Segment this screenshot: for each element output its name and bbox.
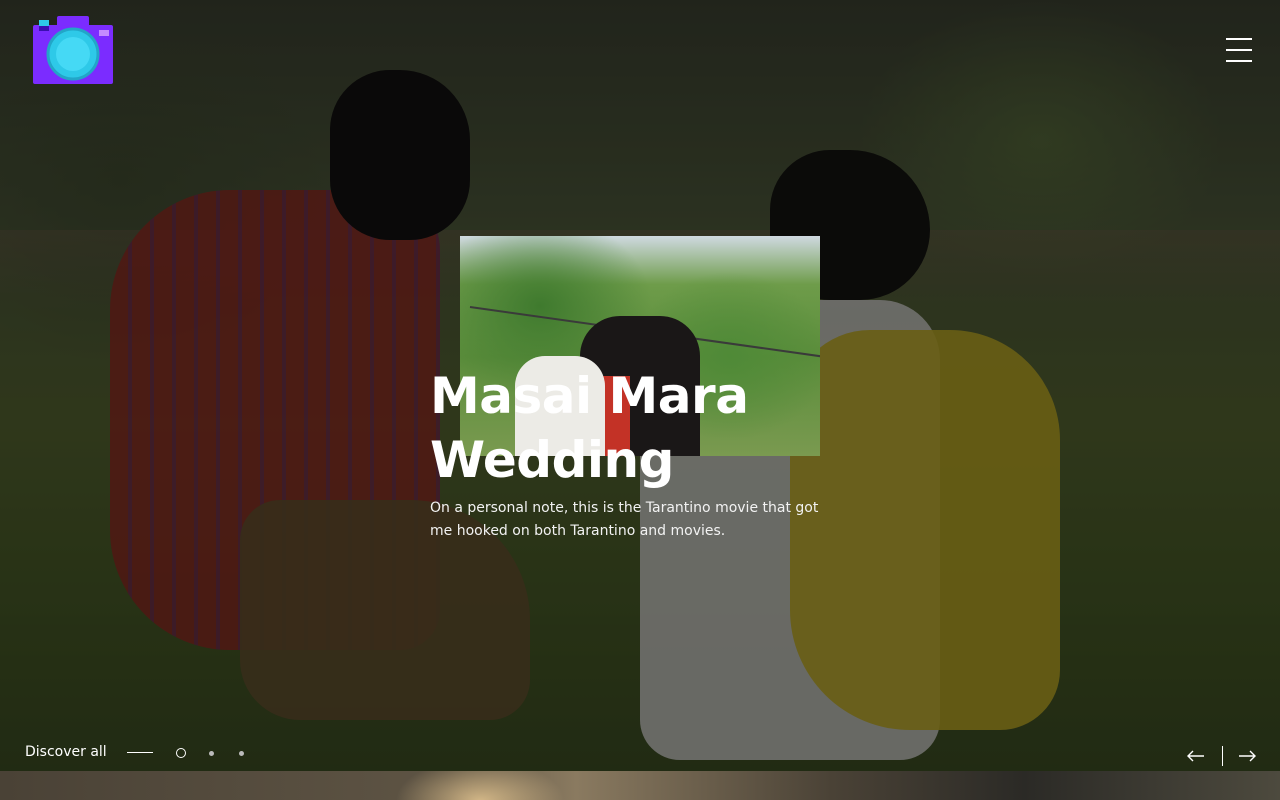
- next-slide-button[interactable]: [1237, 746, 1257, 766]
- arrow-left-icon: [1187, 750, 1204, 762]
- pagination-dot-3[interactable]: [239, 750, 244, 756]
- discover-line-decoration: [126, 751, 153, 753]
- slide-title: Masai Mara Wedding: [430, 364, 850, 492]
- next-section-preview: [0, 771, 1280, 800]
- pagination-dot-2[interactable]: [209, 750, 214, 756]
- slide-title-line-2: Wedding: [430, 431, 674, 489]
- camera-logo-icon: [33, 16, 113, 84]
- prev-slide-button[interactable]: [1186, 746, 1206, 766]
- pagination-dot-1[interactable]: [176, 748, 186, 758]
- slider-arrows: [1186, 745, 1257, 767]
- slide-description: On a personal note, this is the Tarantin…: [430, 500, 819, 539]
- discover-all-label: Discover all: [25, 744, 107, 760]
- site-logo[interactable]: [33, 16, 113, 84]
- arrow-right-icon: [1239, 750, 1256, 762]
- hamburger-menu-icon: [1226, 38, 1252, 40]
- slide-title-line-1: Masai Mara: [430, 367, 749, 425]
- arrow-separator: [1222, 746, 1223, 766]
- slide-pagination: [176, 748, 269, 758]
- discover-all-link[interactable]: Discover all: [25, 744, 153, 760]
- hamburger-menu-button[interactable]: [1226, 38, 1254, 64]
